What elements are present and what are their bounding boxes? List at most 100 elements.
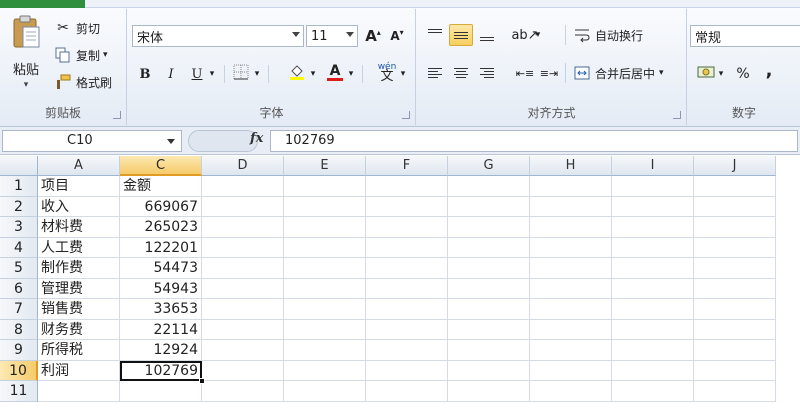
bold-button[interactable]: B [134, 63, 156, 85]
cell-g5[interactable] [448, 258, 530, 279]
cell-c6[interactable]: 54943 [120, 278, 202, 299]
cell-d8[interactable] [202, 319, 284, 340]
column-header-a[interactable]: A [38, 156, 120, 176]
align-right-button[interactable] [475, 62, 499, 84]
formula-bar-splitter[interactable] [188, 130, 258, 152]
cell-a7[interactable]: 销售费 [38, 299, 120, 320]
cell-g2[interactable] [448, 196, 530, 217]
cell-g8[interactable] [448, 319, 530, 340]
cell-j8[interactable] [694, 319, 776, 340]
cell-f11[interactable] [366, 381, 448, 402]
row-header-4[interactable]: 4 [0, 237, 38, 258]
align-bottom-button[interactable] [475, 24, 499, 46]
font-dialog-launcher-icon[interactable] [402, 111, 410, 119]
column-header-d[interactable]: D [202, 156, 284, 176]
cell-a8[interactable]: 财务费 [38, 319, 120, 340]
fill-handle[interactable] [199, 378, 205, 384]
cell-i11[interactable] [612, 381, 694, 402]
cell-h5[interactable] [530, 258, 612, 279]
borders-dropdown-icon[interactable]: ▾ [252, 63, 262, 85]
column-header-e[interactable]: E [284, 156, 366, 176]
shrink-font-button[interactable]: A ▾ [386, 25, 408, 47]
orientation-dropdown-icon[interactable]: ▾ [533, 24, 543, 46]
name-box[interactable]: C10 [2, 130, 182, 152]
fill-color-dropdown-icon[interactable]: ▾ [308, 63, 318, 85]
cell-i10[interactable] [612, 360, 694, 381]
cell-i7[interactable] [612, 299, 694, 320]
cell-j6[interactable] [694, 278, 776, 299]
font-size-combo[interactable]: 11 [306, 25, 358, 47]
align-middle-button[interactable] [449, 24, 473, 46]
cell-a10[interactable]: 利润 [38, 360, 120, 381]
cell-j2[interactable] [694, 196, 776, 217]
font-name-dropdown-icon[interactable] [292, 32, 300, 37]
align-top-button[interactable] [423, 24, 447, 46]
row-header-2[interactable]: 2 [0, 196, 38, 217]
underline-dropdown-icon[interactable]: ▾ [206, 63, 218, 85]
cell-g11[interactable] [448, 381, 530, 402]
cell-f7[interactable] [366, 299, 448, 320]
row-header-5[interactable]: 5 [0, 258, 38, 279]
underline-button[interactable]: U [186, 63, 208, 85]
cell-e11[interactable] [284, 381, 366, 402]
copy-dropdown-icon[interactable]: ▾ [103, 50, 108, 60]
row-header-10[interactable]: 10 [0, 360, 38, 381]
cut-button[interactable]: ✂ 剪切 [54, 17, 100, 39]
cell-g9[interactable] [448, 340, 530, 361]
cell-d11[interactable] [202, 381, 284, 402]
cell-j3[interactable] [694, 217, 776, 238]
cell-j9[interactable] [694, 340, 776, 361]
row-header-6[interactable]: 6 [0, 278, 38, 299]
cell-a2[interactable]: 收入 [38, 196, 120, 217]
row-header-11[interactable]: 11 [0, 381, 38, 402]
cell-g6[interactable] [448, 278, 530, 299]
number-format-combo[interactable]: 常规 [690, 25, 800, 47]
cell-i4[interactable] [612, 237, 694, 258]
cell-f2[interactable] [366, 196, 448, 217]
column-header-h[interactable]: H [530, 156, 612, 176]
fill-color-button[interactable] [286, 63, 308, 85]
cell-h4[interactable] [530, 237, 612, 258]
cell-g4[interactable] [448, 237, 530, 258]
insert-function-icon[interactable]: fx [250, 131, 263, 146]
cell-h11[interactable] [530, 381, 612, 402]
paste-button[interactable]: 粘贴 ▾ [6, 15, 46, 95]
row-header-3[interactable]: 3 [0, 217, 38, 238]
alignment-dialog-launcher-icon[interactable] [673, 111, 681, 119]
cell-a1[interactable]: 项目 [38, 176, 120, 197]
cell-g10[interactable] [448, 360, 530, 381]
file-tab[interactable] [0, 0, 85, 8]
cell-g7[interactable] [448, 299, 530, 320]
cell-c2[interactable]: 669067 [120, 196, 202, 217]
cell-h2[interactable] [530, 196, 612, 217]
cell-f8[interactable] [366, 319, 448, 340]
align-left-button[interactable] [423, 62, 447, 84]
cell-i2[interactable] [612, 196, 694, 217]
cell-f3[interactable] [366, 217, 448, 238]
merge-center-button[interactable]: 合并后居中 ▾ [573, 62, 664, 84]
cell-f5[interactable] [366, 258, 448, 279]
formula-input[interactable]: 102769 [270, 130, 798, 152]
cell-h8[interactable] [530, 319, 612, 340]
cell-e10[interactable] [284, 360, 366, 381]
cell-a11[interactable] [38, 381, 120, 402]
cell-c1[interactable]: 金额 [120, 176, 202, 197]
cell-h1[interactable] [530, 176, 612, 197]
column-header-i[interactable]: I [612, 156, 694, 176]
cell-e3[interactable] [284, 217, 366, 238]
row-header-9[interactable]: 9 [0, 340, 38, 361]
increase-indent-button[interactable]: ≡⇥ [537, 62, 561, 84]
cell-j5[interactable] [694, 258, 776, 279]
cell-e1[interactable] [284, 176, 366, 197]
cell-j4[interactable] [694, 237, 776, 258]
cell-d3[interactable] [202, 217, 284, 238]
cell-d5[interactable] [202, 258, 284, 279]
borders-button[interactable] [230, 63, 252, 85]
cell-d9[interactable] [202, 340, 284, 361]
cell-h9[interactable] [530, 340, 612, 361]
select-all-corner[interactable] [0, 156, 38, 176]
font-color-button[interactable]: A [324, 61, 346, 83]
font-name-combo[interactable]: 宋体 [132, 25, 304, 47]
column-header-g[interactable]: G [448, 156, 530, 176]
row-header-8[interactable]: 8 [0, 319, 38, 340]
